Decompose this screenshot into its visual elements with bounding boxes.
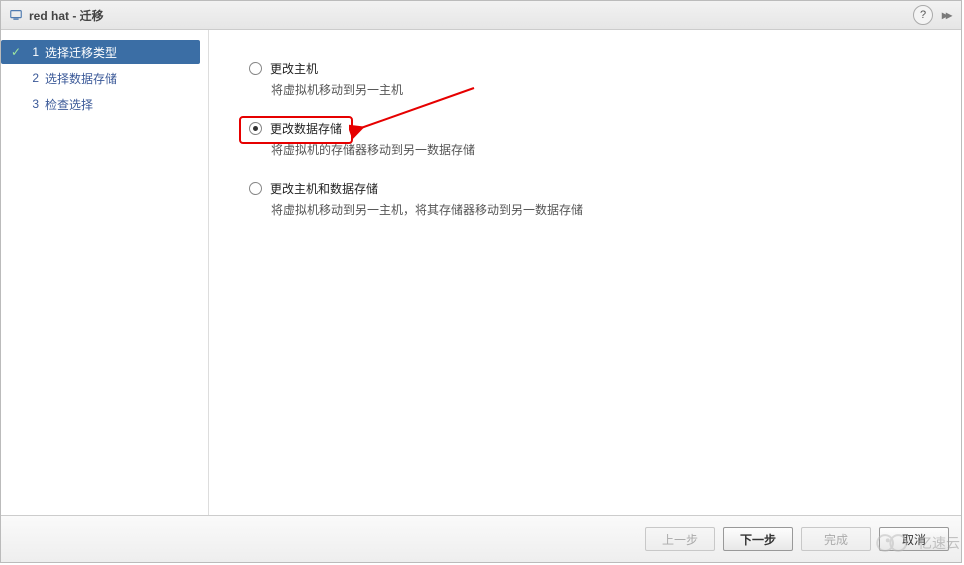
- option-label[interactable]: 更改数据存储: [270, 120, 342, 137]
- option-description: 将虚拟机移动到另一主机: [271, 81, 921, 98]
- cancel-button[interactable]: 取消: [879, 527, 949, 551]
- step-label: 选择数据存储: [45, 70, 117, 87]
- wizard-step-review[interactable]: 3 检查选择: [1, 92, 200, 116]
- option-change-host: 更改主机 将虚拟机移动到另一主机: [249, 60, 921, 98]
- back-button: 上一步: [645, 527, 715, 551]
- wizard-step-migration-type[interactable]: ✓ 1 选择迁移类型: [1, 40, 200, 64]
- dialog-body: ✓ 1 选择迁移类型 2 选择数据存储 3 检查选择 更改主机: [1, 30, 961, 515]
- step-number: 1: [25, 45, 39, 59]
- finish-button: 完成: [801, 527, 871, 551]
- wizard-steps-sidebar: ✓ 1 选择迁移类型 2 选择数据存储 3 检查选择: [1, 30, 209, 515]
- radio-change-both[interactable]: [249, 182, 262, 195]
- wizard-content: 更改主机 将虚拟机移动到另一主机 更改数据存储 将虚拟机的存储器移动到另一数据存…: [209, 30, 961, 515]
- option-label[interactable]: 更改主机: [270, 60, 318, 77]
- dialog-title: red hat - 迁移: [29, 7, 104, 24]
- step-number: 2: [25, 71, 39, 85]
- step-label: 选择迁移类型: [45, 44, 117, 61]
- titlebar: red hat - 迁移 ? ▸▸: [1, 1, 961, 30]
- next-button[interactable]: 下一步: [723, 527, 793, 551]
- check-icon: ✓: [9, 45, 23, 59]
- help-icon[interactable]: ?: [913, 5, 933, 25]
- radio-change-host[interactable]: [249, 62, 262, 75]
- wizard-step-select-datastore[interactable]: 2 选择数据存储: [1, 66, 200, 90]
- option-change-both: 更改主机和数据存储 将虚拟机移动到另一主机，将其存储器移动到另一数据存储: [249, 180, 921, 218]
- step-number: 3: [25, 97, 39, 111]
- step-label: 检查选择: [45, 96, 93, 113]
- option-description: 将虚拟机移动到另一主机，将其存储器移动到另一数据存储: [271, 201, 921, 218]
- expand-icon[interactable]: ▸▸: [939, 8, 953, 22]
- migration-dialog: red hat - 迁移 ? ▸▸ ✓ 1 选择迁移类型 2 选择数据存储 3 …: [0, 0, 962, 563]
- option-change-datastore: 更改数据存储 将虚拟机的存储器移动到另一数据存储: [249, 120, 921, 158]
- dialog-footer: 上一步 下一步 完成 取消: [1, 515, 961, 562]
- option-description: 将虚拟机的存储器移动到另一数据存储: [271, 141, 921, 158]
- vm-icon: [9, 8, 23, 22]
- radio-change-datastore[interactable]: [249, 122, 262, 135]
- option-label[interactable]: 更改主机和数据存储: [270, 180, 378, 197]
